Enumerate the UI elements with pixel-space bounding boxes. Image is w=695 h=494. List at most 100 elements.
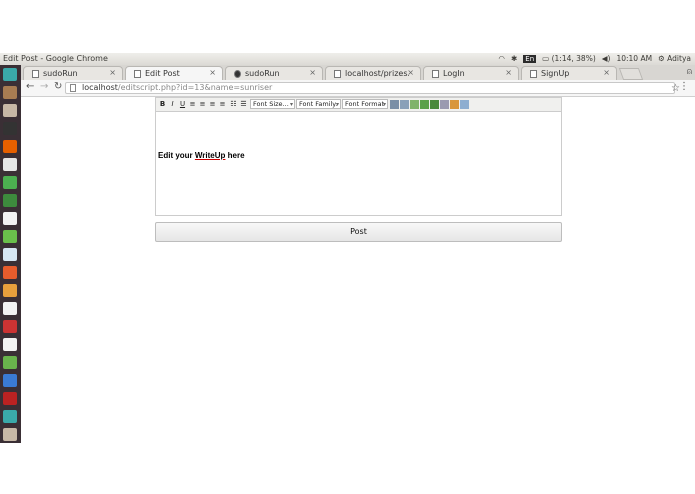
page-icon	[134, 70, 141, 78]
tab-sudorun-1[interactable]: sudoRun ×	[23, 66, 123, 80]
battery-label: (1:14, 38%)	[551, 54, 596, 63]
color-icon[interactable]	[450, 100, 459, 109]
address-bar[interactable]: localhost/editscript.php?id=13&name=sunr…	[65, 82, 680, 94]
tab-label: Edit Post	[145, 69, 180, 78]
page-info-icon[interactable]	[70, 84, 76, 92]
outdent-icon[interactable]	[400, 100, 409, 109]
firefox-icon[interactable]	[3, 140, 17, 153]
user-menu[interactable]: ⚙ Aditya	[658, 54, 691, 63]
keyboard-layout-indicator[interactable]: En	[523, 54, 537, 63]
post-button[interactable]: Post	[155, 222, 562, 242]
archive-icon[interactable]	[3, 104, 17, 117]
chevron-down-icon: ▾	[335, 101, 339, 108]
tab-login[interactable]: LogIn ×	[423, 66, 519, 80]
unordered-list-icon[interactable]: ☰	[239, 100, 248, 109]
spreadsheet-icon[interactable]	[3, 230, 17, 243]
impress-icon[interactable]	[3, 284, 17, 297]
system-tray: ◠ ✱ En ▭ (1:14, 38%) ◀) 10:10 AM ⚙ Adity…	[498, 54, 691, 63]
image-icon[interactable]	[410, 100, 419, 109]
trash-icon[interactable]	[3, 428, 17, 441]
close-icon[interactable]: ×	[309, 68, 316, 77]
url-path: /editscript.php?id=13&name=sunriser	[117, 83, 273, 92]
tab-label: localhost/prizes.h	[345, 69, 409, 78]
page-icon	[432, 70, 439, 78]
software-center-icon[interactable]	[3, 266, 17, 279]
chrome-menu-icon[interactable]: ⋮	[679, 81, 689, 92]
github-icon	[234, 70, 241, 78]
tab-label: LogIn	[443, 69, 465, 78]
clock[interactable]: 10:10 AM	[616, 54, 652, 63]
underline-icon[interactable]: U	[178, 100, 187, 109]
content-suffix: here	[225, 151, 245, 160]
tab-label: sudoRun	[245, 69, 280, 78]
font-family-label: Font Family.	[299, 100, 338, 108]
unlink-icon[interactable]	[430, 100, 439, 109]
android-icon[interactable]	[3, 356, 17, 369]
chevron-down-icon: ▾	[289, 101, 293, 108]
content-prefix: Edit your	[158, 151, 195, 160]
amazon-icon[interactable]	[3, 302, 17, 315]
link-icon[interactable]	[420, 100, 429, 109]
volume-icon[interactable]: ◀)	[602, 54, 611, 63]
tab-sudorun-2[interactable]: sudoRun ×	[225, 66, 323, 80]
bluetooth-app-icon[interactable]	[3, 374, 17, 387]
browser-toolbar: ← → ↻ localhost/editscript.php?id=13&nam…	[21, 80, 695, 97]
italic-icon[interactable]: I	[168, 100, 177, 109]
new-tab-button[interactable]	[618, 68, 644, 80]
tab-label: sudoRun	[43, 69, 78, 78]
close-icon[interactable]: ×	[109, 68, 116, 77]
chrome-icon[interactable]	[3, 176, 17, 189]
close-icon[interactable]: ×	[603, 68, 610, 77]
close-icon[interactable]: ×	[209, 68, 216, 77]
indent-icon[interactable]	[390, 100, 399, 109]
url-host: localhost	[82, 83, 118, 92]
user-name: Aditya	[667, 54, 691, 63]
source-icon[interactable]	[460, 100, 469, 109]
font-size-select[interactable]: Font Size... ▾	[250, 99, 295, 109]
bluetooth-icon[interactable]: ✱	[511, 54, 517, 63]
reload-icon[interactable]: ↻	[54, 81, 62, 92]
align-right-icon[interactable]: ≡	[208, 100, 217, 109]
align-center-icon[interactable]: ≡	[198, 100, 207, 109]
wifi-icon[interactable]: ◠	[498, 54, 505, 63]
settings-icon[interactable]	[3, 320, 17, 333]
align-justify-icon[interactable]: ≡	[218, 100, 227, 109]
horizontal-rule-icon[interactable]	[440, 100, 449, 109]
tab-signup[interactable]: SignUp ×	[521, 66, 617, 80]
browser-tab-strip: sudoRun × Edit Post × sudoRun × localhos…	[21, 65, 695, 81]
battery-indicator[interactable]: ▭ (1:14, 38%)	[542, 54, 596, 63]
back-icon[interactable]: ←	[26, 81, 34, 92]
tab-prizes[interactable]: localhost/prizes.h ×	[325, 66, 421, 80]
text-editor-icon[interactable]	[3, 158, 17, 171]
editor-toolbar: B I U ≡ ≡ ≡ ≡ ☷ ☰ Font Size... ▾ Font Fam…	[156, 98, 561, 112]
chevron-down-icon: ▾	[382, 101, 386, 108]
calendar-icon[interactable]	[3, 338, 17, 351]
font-family-select[interactable]: Font Family. ▾	[296, 99, 341, 109]
close-icon[interactable]: ×	[407, 68, 414, 77]
sublime-icon[interactable]	[3, 194, 17, 207]
writer-icon[interactable]	[3, 248, 17, 261]
profile-icon[interactable]: ⍝	[687, 67, 692, 77]
font-format-label: Font Format	[345, 100, 385, 108]
rich-text-editor: B I U ≡ ≡ ≡ ≡ ☷ ☰ Font Size... ▾ Font Fam…	[155, 97, 562, 216]
page-icon	[334, 70, 341, 78]
files-icon[interactable]	[3, 86, 17, 99]
page-icon	[32, 70, 39, 78]
page-icon	[530, 70, 537, 78]
dash-icon[interactable]	[3, 68, 17, 81]
media-icon[interactable]	[3, 392, 17, 405]
tab-edit-post[interactable]: Edit Post ×	[125, 66, 223, 81]
editor-content[interactable]: Edit your WriteUp here	[158, 151, 245, 160]
font-format-select[interactable]: Font Format ▾	[342, 99, 388, 109]
window-title: Edit Post - Google Chrome	[3, 54, 108, 63]
ordered-list-icon[interactable]: ☷	[229, 100, 238, 109]
tab-label: SignUp	[541, 69, 570, 78]
bold-icon[interactable]: B	[158, 100, 167, 109]
unity-launcher	[0, 65, 21, 443]
close-icon[interactable]: ×	[505, 68, 512, 77]
align-left-icon[interactable]: ≡	[188, 100, 197, 109]
document-icon[interactable]	[3, 212, 17, 225]
forward-icon[interactable]: →	[40, 81, 48, 92]
workspace-icon[interactable]	[3, 410, 17, 423]
terminal-icon[interactable]	[3, 122, 17, 135]
